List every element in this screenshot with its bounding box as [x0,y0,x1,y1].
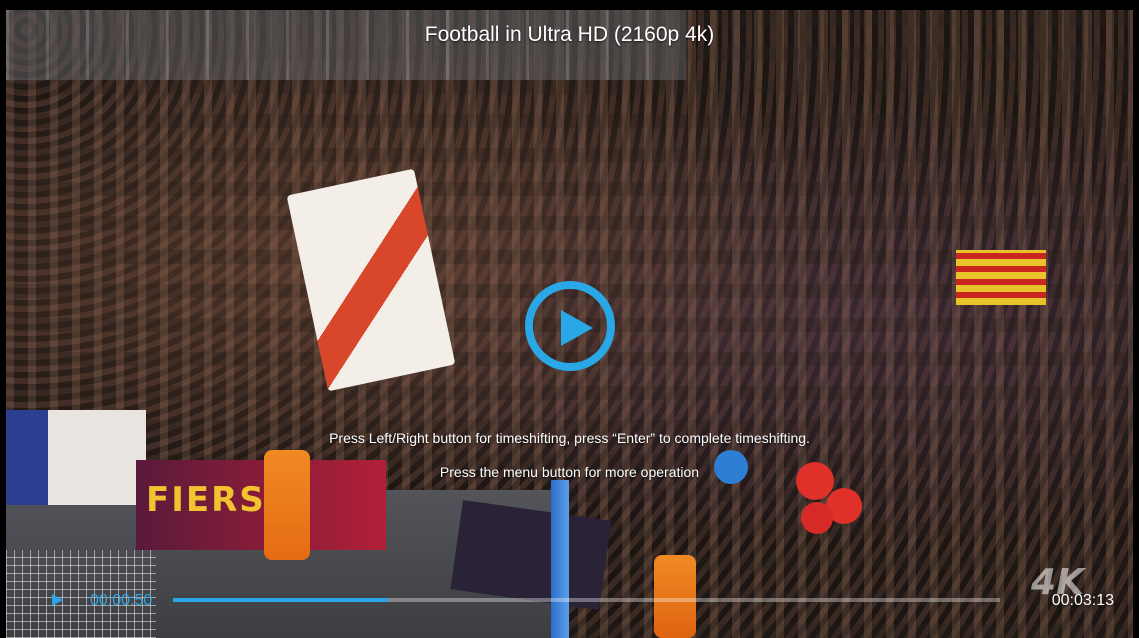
progress-fill [173,598,389,602]
timeshift-hint: Press Left/Right button for timeshifting… [329,430,810,446]
play-pause-icon[interactable] [50,593,64,607]
banner-text: FIERS [146,480,266,520]
video-title: Football in Ultra HD (2160p 4k) [424,23,715,46]
player-controls: 00:00:50 00:03:13 [0,585,1139,615]
current-time: 00:00:50 [90,592,153,609]
menu-hint: Press the menu button for more operation [439,464,700,480]
balloon [801,502,833,534]
catalan-flag [956,250,1046,305]
progress-bar[interactable] [173,598,1000,602]
play-button[interactable] [525,281,615,371]
play-icon [561,310,593,346]
fan-banner-left [6,410,146,505]
total-time: 00:03:13 [1051,592,1114,609]
